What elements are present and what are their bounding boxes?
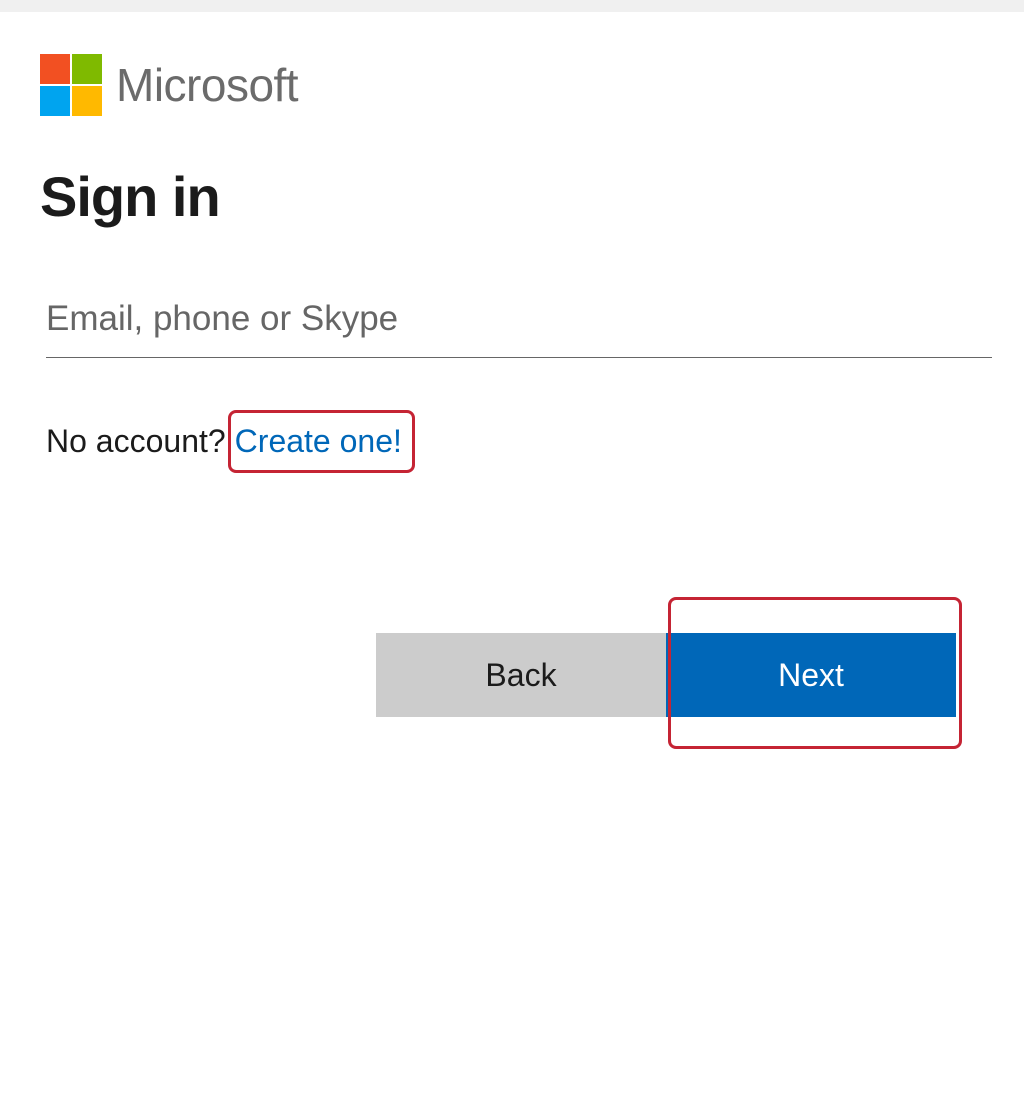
microsoft-logo-icon <box>40 54 102 116</box>
page-title: Sign in <box>40 164 984 229</box>
no-account-text: No account? <box>46 423 226 460</box>
logo-square-br <box>72 86 102 116</box>
create-one-highlight: Create one! <box>228 410 415 473</box>
brand-name: Microsoft <box>116 58 298 112</box>
logo-square-bl <box>40 86 70 116</box>
button-row: Back Next <box>40 633 984 717</box>
create-account-row: No account? Create one! <box>46 410 984 473</box>
create-one-link[interactable]: Create one! <box>235 423 402 459</box>
back-button[interactable]: Back <box>376 633 666 717</box>
brand-row: Microsoft <box>40 54 984 116</box>
logo-square-tr <box>72 54 102 84</box>
logo-square-tl <box>40 54 70 84</box>
email-phone-skype-input[interactable] <box>46 289 992 358</box>
next-button[interactable]: Next <box>666 633 956 717</box>
top-bar <box>0 0 1024 12</box>
signin-container: Microsoft Sign in No account? Create one… <box>0 12 1024 717</box>
